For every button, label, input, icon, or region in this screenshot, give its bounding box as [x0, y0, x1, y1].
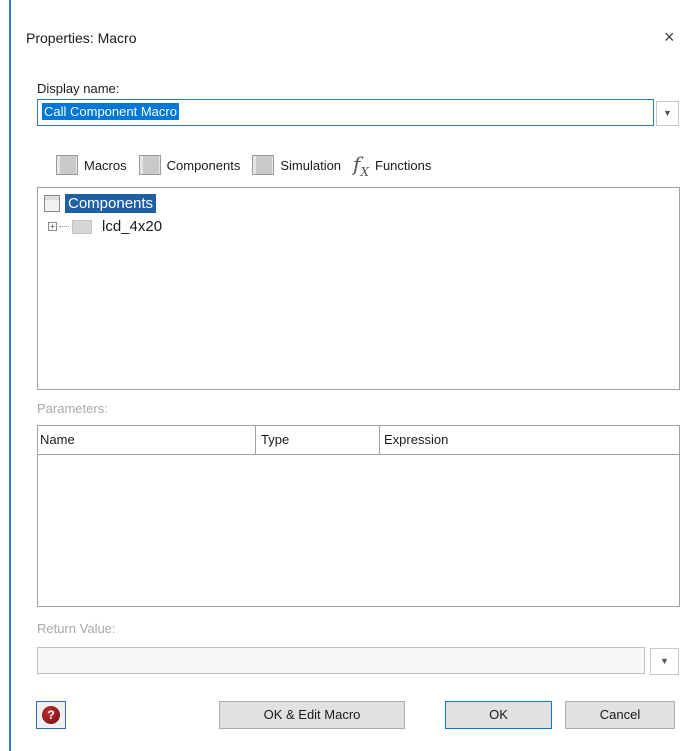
fx-icon: fX — [353, 151, 369, 179]
parameters-header: Name Type Expression — [38, 426, 679, 455]
tab-label: Macros — [84, 157, 127, 173]
ok-button[interactable]: OK — [445, 701, 552, 729]
close-button[interactable]: × — [664, 27, 675, 48]
parameters-table[interactable]: Name Type Expression — [37, 425, 680, 607]
column-header-type[interactable]: Type — [256, 426, 380, 454]
tree-root-item[interactable]: Components — [44, 194, 157, 213]
chevron-down-icon: ▼ — [663, 108, 672, 118]
return-value-input[interactable] — [37, 647, 645, 674]
tab-components[interactable]: Components — [138, 155, 241, 175]
tree-connector — [59, 226, 69, 227]
source-tabs: Macros Components Simulation fX Function… — [56, 150, 443, 180]
window-left-border — [9, 0, 11, 751]
tab-label: Functions — [375, 157, 432, 173]
tab-label: Simulation — [280, 157, 342, 173]
display-name-input[interactable]: Call Component Macro — [37, 99, 654, 126]
components-icon — [138, 155, 161, 175]
help-icon: ? — [42, 706, 60, 724]
tab-functions[interactable]: fX Functions — [353, 152, 431, 179]
component-icon — [72, 219, 92, 234]
column-header-name[interactable]: Name — [38, 426, 256, 454]
column-header-expression[interactable]: Expression — [380, 426, 679, 454]
parameters-label: Parameters: — [37, 401, 108, 416]
expand-plus-icon[interactable]: + — [48, 222, 57, 231]
macros-icon — [56, 155, 78, 175]
display-name-label: Display name: — [37, 81, 120, 96]
tab-simulation[interactable]: Simulation — [252, 155, 341, 175]
display-name-value: Call Component Macro — [42, 103, 179, 120]
tree-item-lcd[interactable]: + lcd_4x20 — [48, 218, 162, 235]
tree-root-label: Components — [65, 194, 157, 213]
help-button[interactable]: ? — [36, 701, 66, 729]
component-tree[interactable]: Components + lcd_4x20 — [37, 187, 680, 390]
return-value-dropdown-button[interactable]: ▼ — [650, 648, 679, 675]
return-value-label: Return Value: — [37, 621, 116, 636]
tab-label: Components — [166, 157, 241, 173]
tree-item-label: lcd_4x20 — [102, 218, 163, 235]
chevron-down-icon: ▼ — [660, 656, 669, 666]
dialog-title: Properties: Macro — [26, 30, 137, 46]
tab-macros[interactable]: Macros — [56, 155, 127, 175]
ok-edit-macro-button[interactable]: OK & Edit Macro — [219, 701, 405, 729]
cancel-button[interactable]: Cancel — [565, 701, 675, 729]
display-name-dropdown-button[interactable]: ▼ — [656, 101, 679, 126]
simulation-icon — [252, 155, 275, 175]
computer-icon — [44, 195, 60, 212]
